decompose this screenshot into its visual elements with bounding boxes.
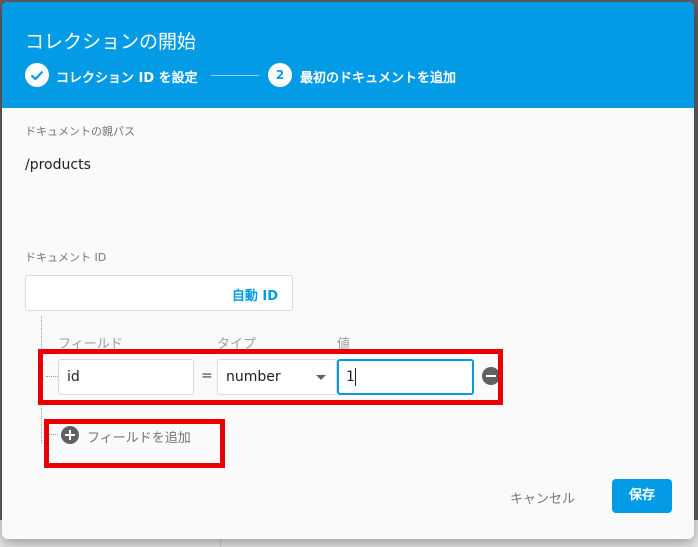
step-1-label: コレクション ID を設定 — [56, 71, 198, 86]
save-button[interactable]: 保存 — [612, 479, 672, 513]
step-2-label: 最初のドキュメントを追加 — [300, 71, 457, 86]
step-1-check-icon — [25, 63, 49, 87]
step-connector — [211, 75, 259, 76]
cancel-button[interactable]: キャンセル — [510, 488, 575, 507]
document-id-input[interactable]: 自動 ID — [25, 275, 293, 311]
highlight-add-field — [44, 419, 225, 468]
parent-path-label: ドキュメントの親パス — [25, 125, 135, 138]
stepper: コレクション ID を設定 2 最初のドキュメントを追加 — [25, 63, 685, 87]
parent-path-value: /products — [25, 157, 91, 173]
highlight-field-row — [38, 349, 503, 405]
document-id-label: ドキュメント ID — [25, 251, 107, 264]
dialog-header: コレクションの開始 コレクション ID を設定 2 最初のドキュメントを追加 — [2, 2, 694, 108]
dialog-title: コレクションの開始 — [25, 31, 197, 53]
auto-id-button[interactable]: 自動 ID — [232, 285, 278, 304]
step-2-number: 2 — [268, 63, 292, 87]
